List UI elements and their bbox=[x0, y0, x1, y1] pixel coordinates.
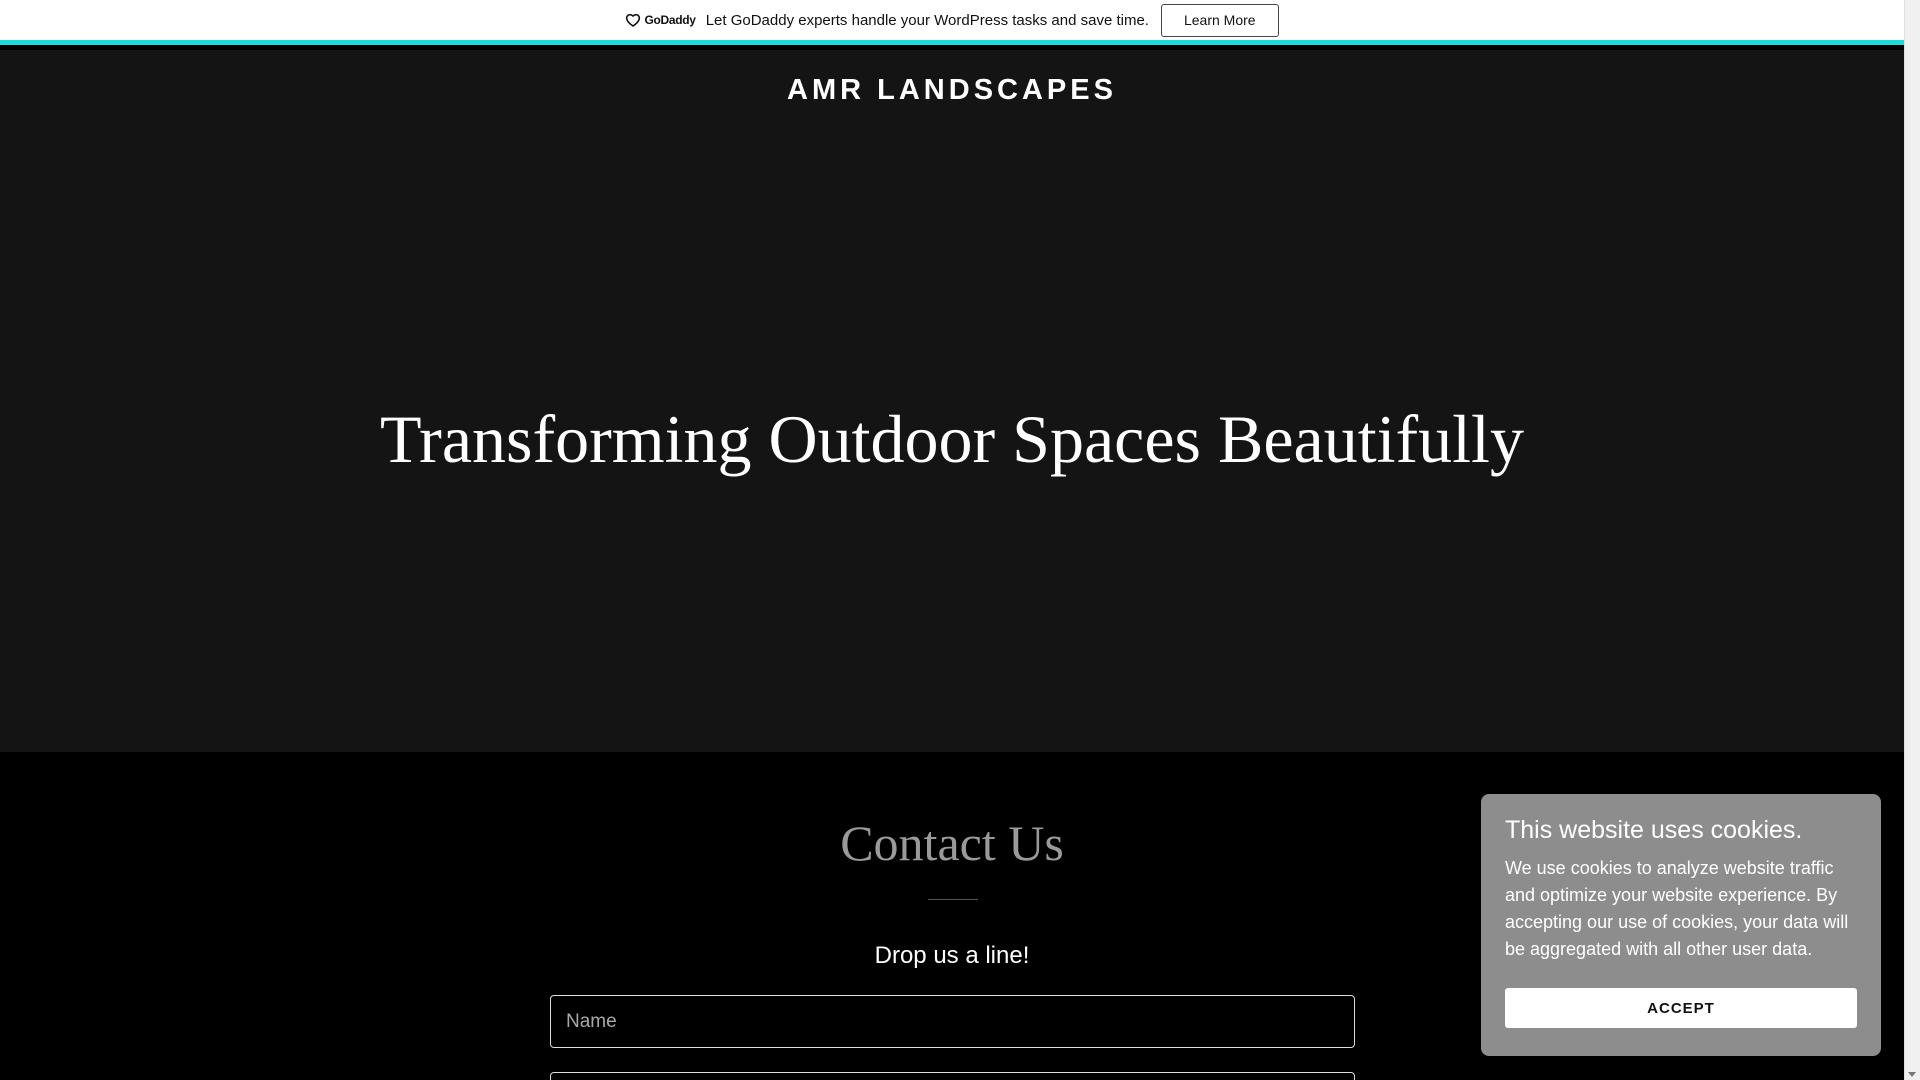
promo-bar: GoDaddy Let GoDaddy experts handle your … bbox=[0, 0, 1904, 45]
site-title[interactable]: AMR LANDSCAPES bbox=[0, 74, 1904, 107]
name-input[interactable] bbox=[550, 995, 1355, 1048]
email-input[interactable] bbox=[550, 1072, 1355, 1080]
contact-divider bbox=[928, 899, 978, 900]
learn-more-button[interactable]: Learn More bbox=[1160, 3, 1279, 37]
cookie-banner: This website uses cookies. We use cookie… bbox=[1481, 794, 1881, 1056]
godaddy-logo: GoDaddy bbox=[625, 13, 696, 27]
scroll-down-arrow-icon[interactable] bbox=[1908, 1072, 1916, 1077]
godaddy-heart-icon bbox=[626, 13, 641, 27]
scrollbar[interactable] bbox=[1904, 0, 1920, 1080]
cookie-title: This website uses cookies. bbox=[1505, 816, 1803, 844]
promo-message: Let GoDaddy experts handle your WordPres… bbox=[705, 11, 1149, 29]
cookie-text: We use cookies to analyze website traffi… bbox=[1505, 858, 1849, 959]
hero-heading: Transforming Outdoor Spaces Beautifully bbox=[380, 401, 1524, 477]
hero-section: AMR LANDSCAPES Transforming Outdoor Spac… bbox=[0, 50, 1904, 752]
godaddy-logo-text: GoDaddy bbox=[644, 13, 696, 27]
accept-button[interactable]: ACCEPT bbox=[1505, 988, 1857, 1028]
